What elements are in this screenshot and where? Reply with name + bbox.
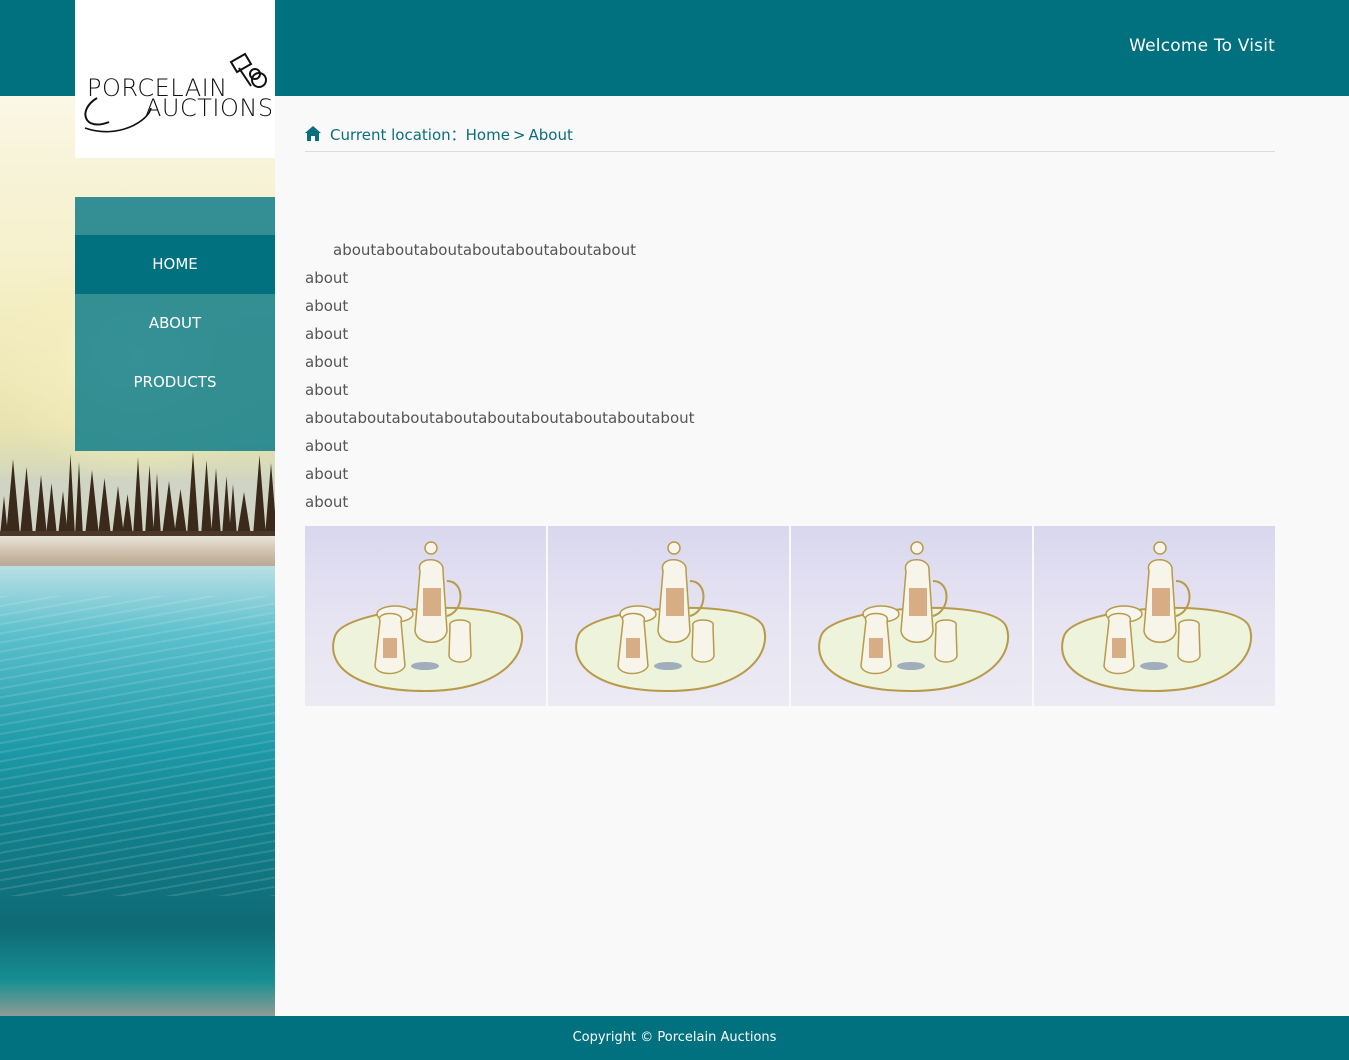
breadcrumb-prefix: Current location： (330, 126, 466, 144)
footer: Copyright © Porcelain Auctions (0, 1016, 1349, 1060)
copyright-text: Copyright © Porcelain Auctions (572, 1030, 777, 1045)
breadcrumb: Current location：Home > About (305, 123, 1275, 152)
nav-item-label: ABOUT (148, 314, 202, 332)
nav-item-home[interactable]: HOME (75, 235, 275, 294)
article-line: about (305, 297, 349, 315)
side-navigation: HOME ABOUT PRODUCTS (75, 197, 275, 451)
breadcrumb-home-link[interactable]: Home (466, 126, 510, 144)
logo-mark: PORCELAIN AUCTIONS (84, 52, 271, 133)
article-line: about (305, 437, 349, 455)
porcelain-tea-set-photo (548, 526, 789, 706)
breadcrumb-separator: > (512, 126, 526, 144)
logo-text-line2: AUCTIONS (145, 94, 271, 122)
nav-item-label: PRODUCTS (133, 373, 217, 391)
article-line: aboutaboutaboutaboutaboutaboutaboutabout… (305, 409, 695, 427)
article-line: aboutaboutaboutaboutaboutaboutabout (333, 241, 636, 259)
photo-gallery (305, 526, 1275, 706)
breadcrumb-current: About (528, 126, 573, 144)
welcome-text: Welcome To Visit (1129, 36, 1275, 56)
article-line: about (305, 269, 349, 287)
article-line: about (305, 493, 349, 511)
porcelain-tea-set-photo (1034, 526, 1275, 706)
porcelain-tea-set-photo (791, 526, 1032, 706)
home-icon (305, 126, 321, 141)
nav-item-about[interactable]: ABOUT (75, 294, 275, 353)
nav-item-label: HOME (152, 255, 198, 273)
article-line: about (305, 325, 349, 343)
article-line: about (305, 465, 349, 483)
about-article: aboutaboutaboutaboutaboutaboutabout abou… (305, 236, 1275, 516)
nav-item-products[interactable]: PRODUCTS (75, 353, 275, 412)
article-line: about (305, 381, 349, 399)
porcelain-tea-set-photo (305, 526, 546, 706)
logo[interactable]: PORCELAIN AUCTIONS (75, 0, 275, 158)
article-line: about (305, 353, 349, 371)
